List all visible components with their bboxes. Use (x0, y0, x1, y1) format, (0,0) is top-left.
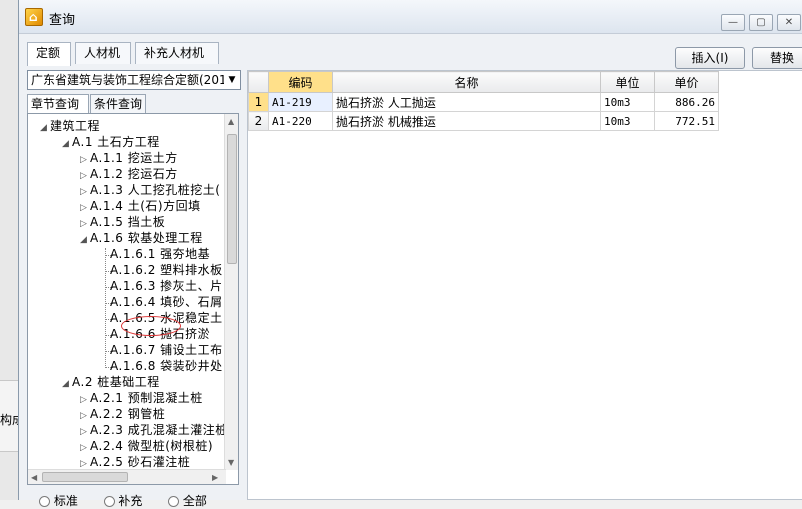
column-header-name[interactable]: 名称 (332, 71, 601, 93)
scroll-down-icon[interactable]: ▼ (228, 458, 234, 467)
filter-radio-group: 标准 补充 全部 (39, 492, 207, 509)
maximize-icon[interactable]: ▢ (749, 14, 773, 31)
collapse-icon[interactable]: ◢ (80, 232, 90, 248)
app-icon: ⌂ (25, 8, 43, 26)
tree-node[interactable]: ▷ A.2.4 微型桩(树根桩) (80, 438, 213, 454)
scroll-left-icon[interactable]: ◀ (31, 473, 37, 482)
cell-code[interactable]: A1-219 (268, 92, 333, 112)
cell-price[interactable]: 886.26 (654, 92, 719, 112)
tree-node[interactable]: ◢ A.1.6 软基处理工程 (80, 230, 203, 246)
close-icon[interactable]: ✕ (777, 14, 801, 31)
chapter-tree[interactable]: ◢ 建筑工程 ◢ A.1 土石方工程 ▷ A.1.1 挖运土方 ▷ A.1.2 挖运石方… (27, 113, 239, 485)
tree-node[interactable]: A.1.6.3 掺灰土、片 (110, 278, 223, 294)
tree-node[interactable]: ▷ A.1.3 人工挖孔桩挖土( (80, 182, 220, 198)
scroll-right-icon[interactable]: ▶ (212, 473, 218, 482)
cell-unit[interactable]: 10m3 (600, 92, 655, 112)
left-panel: 广东省建筑与装饰工程综合定额(201 ▼ 章节查询 条件查询 ◢ 建筑工程 ◢ A.… (25, 68, 243, 508)
quota-library-value: 广东省建筑与装饰工程综合定额(201 (31, 73, 227, 87)
quota-table: 编码 名称 单位 单价 1 A1-219 抛石挤淤 人工抛运 10m3 886.… (248, 71, 719, 131)
quota-library-select[interactable]: 广东省建筑与装饰工程综合定额(201 ▼ (27, 70, 241, 90)
tree-vertical-scrollbar[interactable]: ▲ ▼ (224, 114, 238, 470)
tree-node[interactable]: ▷ A.2.1 预制混凝土桩 (80, 390, 203, 406)
tab-condition-search[interactable]: 条件查询 (90, 94, 146, 113)
radio-supplement-label: 补充 (118, 494, 143, 508)
replace-button[interactable]: 替换 (752, 47, 802, 69)
table-row[interactable]: 2 A1-220 抛石挤淤 机械推运 10m3 772.51 (248, 111, 719, 131)
column-header-unit[interactable]: 单位 (600, 71, 655, 93)
cell-unit[interactable]: 10m3 (600, 111, 655, 131)
tree-node[interactable]: ▷ A.1.1 挖运土方 (80, 150, 178, 166)
tab-labor-material-machine[interactable]: 人材机 (75, 42, 131, 64)
tree-node[interactable]: ◢ 建筑工程 (40, 118, 100, 134)
radio-standard-label: 标准 (53, 494, 78, 508)
tree-node[interactable]: ▷ A.1.5 挡土板 (80, 214, 165, 230)
radio-all[interactable] (168, 496, 179, 507)
highlight-circle (121, 316, 181, 336)
cell-code[interactable]: A1-220 (268, 111, 333, 131)
tree-horizontal-scrollbar[interactable]: ◀ ▶ (28, 469, 226, 484)
tab-quota[interactable]: 定额 (27, 42, 71, 66)
title-bar[interactable]: ⌂ 查询 — ▢ ✕ (19, 0, 802, 34)
radio-all-label: 全部 (182, 494, 207, 508)
tree-node[interactable]: A.1.6.4 填砂、石屑 (110, 294, 223, 310)
tree-connector (105, 248, 106, 368)
tree-node[interactable]: A.1.6.2 塑料排水板 (110, 262, 223, 278)
tree-node[interactable]: A.1.6.7 铺设土工布 (110, 342, 223, 358)
cell-name[interactable]: 抛石挤淤 机械推运 (332, 111, 601, 131)
column-header-code[interactable]: 编码 (268, 71, 333, 93)
minimize-icon[interactable]: — (721, 14, 745, 31)
cell-price[interactable]: 772.51 (654, 111, 719, 131)
cell-name[interactable]: 抛石挤淤 人工抛运 (332, 92, 601, 112)
radio-supplement[interactable] (103, 496, 115, 507)
tree-node[interactable]: ▷ A.1.4 土(石)方回填 (80, 198, 201, 214)
quota-grid[interactable]: 编码 名称 单位 单价 1 A1-219 抛石挤淤 人工抛运 10m3 886.… (247, 70, 802, 500)
collapse-icon[interactable]: ◢ (62, 376, 72, 392)
tab-supplementary-lmm[interactable]: 补充人材机 (135, 42, 219, 64)
chevron-down-icon[interactable]: ▼ (224, 71, 240, 89)
tree-node[interactable]: ◢ A.2 桩基础工程 (62, 374, 160, 390)
tree-node[interactable]: ▷ A.2.5 砂石灌注桩 (80, 454, 190, 470)
scrollbar-thumb[interactable] (227, 134, 237, 264)
tree-node[interactable]: ▷ A.2.2 钢管桩 (80, 406, 165, 422)
scroll-up-icon[interactable]: ▲ (228, 117, 234, 126)
scrollbar-thumb[interactable] (42, 472, 128, 482)
query-window: ⌂ 查询 — ▢ ✕ 定额 人材机 补充人材机 插入(I) 替换 广东省建筑与装… (18, 0, 802, 508)
row-number: 2 (248, 111, 269, 131)
table-row[interactable]: 1 A1-219 抛石挤淤 人工抛运 10m3 886.26 (248, 92, 719, 112)
collapse-icon[interactable]: ◢ (62, 136, 72, 152)
tree-node[interactable]: A.1.6.8 袋装砂井处 (110, 358, 223, 374)
tab-chapter-search[interactable]: 章节查询 (27, 94, 89, 114)
window-title: 查询 (49, 13, 76, 28)
radio-standard[interactable] (39, 496, 50, 507)
row-number: 1 (248, 92, 269, 112)
collapse-icon[interactable]: ◢ (40, 120, 50, 136)
tree-node[interactable]: A.1.6.1 强夯地基 (110, 246, 210, 262)
tree-node[interactable]: ▷ A.1.2 挖运石方 (80, 166, 178, 182)
column-header-price[interactable]: 单价 (654, 71, 719, 93)
tree-node[interactable]: ◢ A.1 土石方工程 (62, 134, 160, 150)
insert-button[interactable]: 插入(I) (675, 47, 745, 69)
row-number-header (248, 71, 269, 93)
tree-node[interactable]: ▷ A.2.3 成孔混凝土灌注桩 (80, 422, 228, 438)
